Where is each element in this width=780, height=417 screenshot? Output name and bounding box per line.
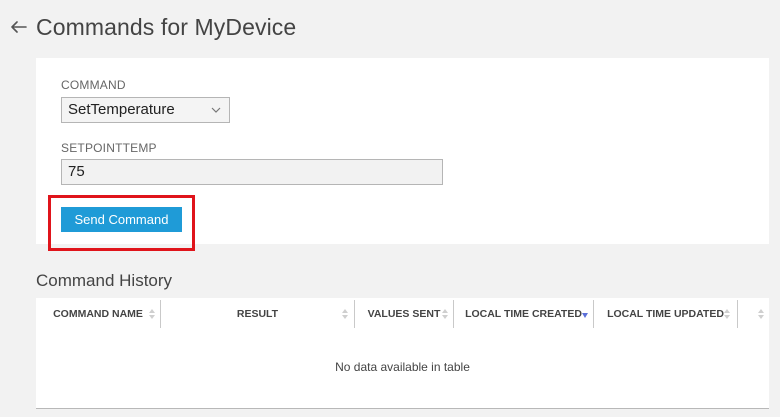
column-header-local-time-updated[interactable]: LOCAL TIME UPDATED (594, 298, 737, 330)
command-select-value: SetTemperature (68, 101, 175, 118)
column-header-values-sent[interactable]: VALUES SENT (355, 298, 453, 330)
empty-table-message: No data available in table (335, 360, 470, 374)
sort-descending-icon (582, 313, 588, 318)
page: Commands for MyDevice COMMAND SetTempera… (0, 0, 780, 417)
column-header-label: LOCAL TIME CREATED (465, 308, 582, 320)
column-header-label: LOCAL TIME UPDATED (607, 308, 724, 320)
setpointtemp-input[interactable]: 75 (61, 159, 443, 185)
table-bottom-border (36, 408, 769, 409)
back-arrow-icon[interactable] (10, 18, 28, 36)
chevron-down-icon (211, 107, 221, 113)
command-label: COMMAND (61, 78, 126, 92)
command-form-card: COMMAND SetTemperature SETPOINTTEMP 75 S… (36, 58, 769, 244)
sort-icon (758, 309, 764, 319)
sort-icon (149, 309, 155, 319)
column-header-label: RESULT (236, 308, 279, 320)
sort-icon (724, 309, 730, 319)
page-title: Commands for MyDevice (36, 13, 297, 40)
column-header-result[interactable]: RESULT (161, 298, 354, 330)
setpointtemp-label: SETPOINTTEMP (61, 141, 157, 155)
command-history-table: COMMAND NAME RESULT VALUES SENT LOCAL TI… (36, 298, 769, 409)
column-header-label: VALUES SENT (367, 308, 441, 320)
setpointtemp-value: 75 (68, 163, 85, 180)
sort-icon (442, 309, 448, 319)
column-header-extra[interactable] (738, 298, 769, 330)
sort-icon (342, 309, 348, 319)
column-header-label: COMMAND NAME (53, 308, 143, 320)
title-row: Commands for MyDevice (10, 10, 296, 44)
column-header-command-name[interactable]: COMMAND NAME (36, 298, 160, 330)
column-header-local-time-created[interactable]: LOCAL TIME CREATED (454, 298, 593, 330)
send-command-button[interactable]: Send Command (61, 207, 182, 232)
command-select[interactable]: SetTemperature (61, 97, 230, 123)
command-history-title: Command History (36, 271, 173, 290)
